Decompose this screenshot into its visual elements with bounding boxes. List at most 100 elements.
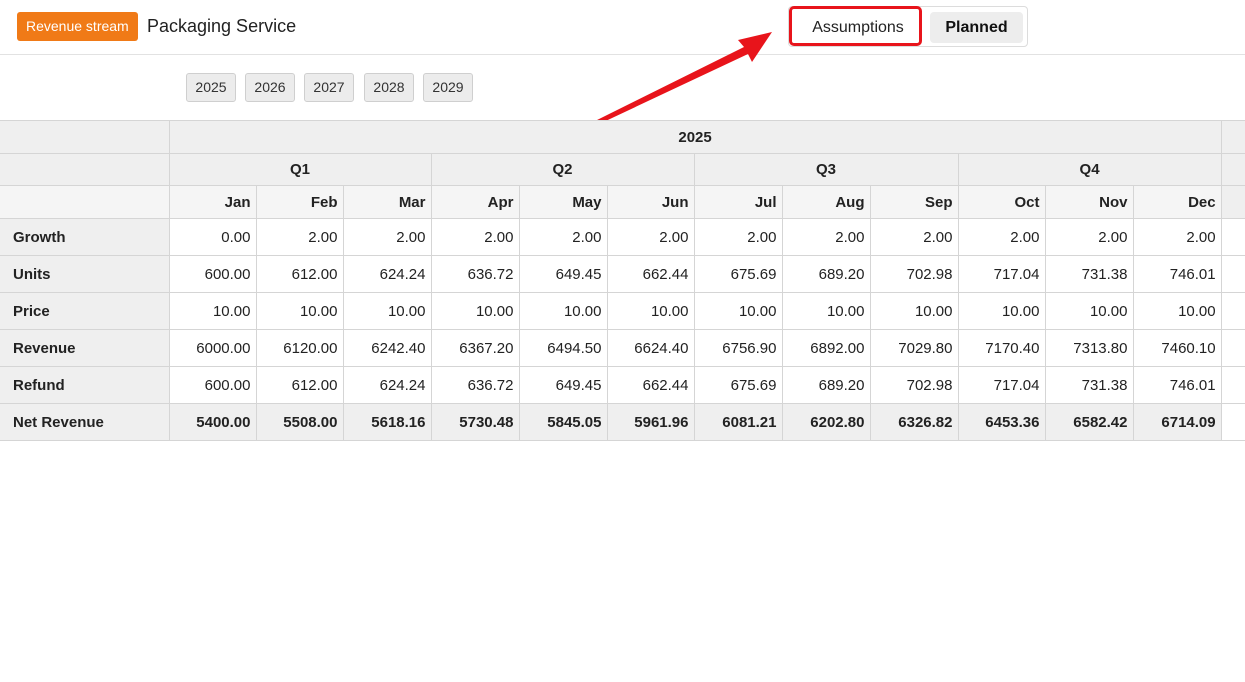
- table-cell[interactable]: 10.00: [342, 292, 432, 330]
- table-cell[interactable]: 624.24: [342, 255, 432, 293]
- year-tab-2029[interactable]: 2029: [423, 73, 473, 102]
- planned-button[interactable]: Planned: [930, 12, 1023, 43]
- table-cell[interactable]: 731.38: [1044, 366, 1134, 404]
- table-cell[interactable]: 636.72: [430, 366, 520, 404]
- table-cell[interactable]: 746.01: [1132, 366, 1222, 404]
- table-cell[interactable]: 10.00: [1044, 292, 1134, 330]
- table-cell[interactable]: 6714.09: [1132, 403, 1222, 441]
- corner-cell: [0, 185, 170, 219]
- table-cell[interactable]: 612.00: [255, 255, 344, 293]
- table-cell[interactable]: 5400.00: [168, 403, 257, 441]
- table-cell[interactable]: 649.45: [518, 255, 608, 293]
- table-cell[interactable]: 6624.40: [606, 329, 695, 367]
- pad-cell: [1220, 329, 1245, 367]
- table-cell[interactable]: 2.00: [255, 218, 344, 256]
- table-cell[interactable]: 10.00: [168, 292, 257, 330]
- top-bar: Revenue stream Packaging Service: [0, 0, 1245, 55]
- table-cell[interactable]: 6202.80: [781, 403, 871, 441]
- table-row-revenue: Revenue 6000.00 6120.00 6242.40 6367.20 6494.…: [0, 329, 1245, 367]
- pad-cell: [1220, 185, 1245, 219]
- table-cell[interactable]: 2.00: [693, 218, 783, 256]
- table-cell[interactable]: 612.00: [255, 366, 344, 404]
- table-cell[interactable]: 702.98: [869, 255, 959, 293]
- revenue-stream-badge[interactable]: Revenue stream: [17, 12, 138, 41]
- table-cell[interactable]: 7460.10: [1132, 329, 1222, 367]
- table-cell[interactable]: 5508.00: [255, 403, 344, 441]
- pad-cell: [1220, 120, 1245, 154]
- month-header-aug: Aug: [781, 185, 871, 219]
- table-cell[interactable]: 10.00: [957, 292, 1046, 330]
- month-header-jul: Jul: [693, 185, 783, 219]
- table-cell[interactable]: 2.00: [781, 218, 871, 256]
- table-cell[interactable]: 717.04: [957, 255, 1046, 293]
- year-tab-2025[interactable]: 2025: [186, 73, 236, 102]
- year-tab-2026[interactable]: 2026: [245, 73, 295, 102]
- table-cell[interactable]: 636.72: [430, 255, 520, 293]
- table-cell[interactable]: 5961.96: [606, 403, 695, 441]
- table-cell[interactable]: 10.00: [430, 292, 520, 330]
- table-cell[interactable]: 746.01: [1132, 255, 1222, 293]
- table-cell[interactable]: 6000.00: [168, 329, 257, 367]
- table-cell[interactable]: 2.00: [518, 218, 608, 256]
- table-cell[interactable]: 649.45: [518, 366, 608, 404]
- pad-cell: [1220, 366, 1245, 404]
- table-cell[interactable]: 2.00: [1044, 218, 1134, 256]
- table-cell[interactable]: 675.69: [693, 366, 783, 404]
- month-header-nov: Nov: [1044, 185, 1134, 219]
- row-label: Refund: [0, 366, 170, 404]
- table-cell[interactable]: 675.69: [693, 255, 783, 293]
- table-cell[interactable]: 689.20: [781, 366, 871, 404]
- table-cell[interactable]: 600.00: [168, 366, 257, 404]
- table-cell[interactable]: 2.00: [342, 218, 432, 256]
- table-cell[interactable]: 624.24: [342, 366, 432, 404]
- table-cell[interactable]: 2.00: [957, 218, 1046, 256]
- table-cell[interactable]: 0.00: [168, 218, 257, 256]
- table-cell[interactable]: 731.38: [1044, 255, 1134, 293]
- year-tab-2028[interactable]: 2028: [364, 73, 414, 102]
- table-cell[interactable]: 10.00: [693, 292, 783, 330]
- month-header-may: May: [518, 185, 608, 219]
- table-cell[interactable]: 7170.40: [957, 329, 1046, 367]
- table-cell[interactable]: 10.00: [1132, 292, 1222, 330]
- table-cell[interactable]: 10.00: [781, 292, 871, 330]
- table-cell[interactable]: 6367.20: [430, 329, 520, 367]
- table-cell[interactable]: 662.44: [606, 255, 695, 293]
- table-cell[interactable]: 6494.50: [518, 329, 608, 367]
- table-row-units: Units 600.00 612.00 624.24 636.72 649.45 662.4…: [0, 255, 1245, 293]
- table-cell[interactable]: 6892.00: [781, 329, 871, 367]
- table-cell[interactable]: 662.44: [606, 366, 695, 404]
- table-cell[interactable]: 7029.80: [869, 329, 959, 367]
- table-cell[interactable]: 7313.80: [1044, 329, 1134, 367]
- table-cell[interactable]: 5845.05: [518, 403, 608, 441]
- table-cell[interactable]: 6326.82: [869, 403, 959, 441]
- table-cell[interactable]: 6120.00: [255, 329, 344, 367]
- table-row-growth: Growth 0.00 2.00 2.00 2.00 2.00 2.00 2.00 2.00 2.…: [0, 218, 1245, 256]
- table-cell[interactable]: 5730.48: [430, 403, 520, 441]
- table-cell[interactable]: 10.00: [869, 292, 959, 330]
- table-cell[interactable]: 5618.16: [342, 403, 432, 441]
- table-cell[interactable]: 10.00: [255, 292, 344, 330]
- row-label: Revenue: [0, 329, 170, 367]
- table-cell[interactable]: 6081.21: [693, 403, 783, 441]
- table-row-refund: Refund 600.00 612.00 624.24 636.72 649.45 662.…: [0, 366, 1245, 404]
- table-cell[interactable]: 702.98: [869, 366, 959, 404]
- quarter-header-q3: Q3: [693, 153, 959, 186]
- table-cell[interactable]: 6582.42: [1044, 403, 1134, 441]
- corner-cell: [0, 120, 170, 154]
- table-cell[interactable]: 689.20: [781, 255, 871, 293]
- view-toggle: Assumptions Planned: [788, 6, 1028, 47]
- table-cell[interactable]: 717.04: [957, 366, 1046, 404]
- table-cell[interactable]: 6242.40: [342, 329, 432, 367]
- table-cell[interactable]: 10.00: [606, 292, 695, 330]
- table-cell[interactable]: 10.00: [518, 292, 608, 330]
- assumptions-button[interactable]: Assumptions: [795, 12, 921, 43]
- table-cell[interactable]: 6756.90: [693, 329, 783, 367]
- row-label: Growth: [0, 218, 170, 256]
- table-cell[interactable]: 2.00: [1132, 218, 1222, 256]
- table-cell[interactable]: 600.00: [168, 255, 257, 293]
- table-cell[interactable]: 2.00: [869, 218, 959, 256]
- table-cell[interactable]: 2.00: [606, 218, 695, 256]
- table-cell[interactable]: 2.00: [430, 218, 520, 256]
- table-cell[interactable]: 6453.36: [957, 403, 1046, 441]
- year-tab-2027[interactable]: 2027: [304, 73, 354, 102]
